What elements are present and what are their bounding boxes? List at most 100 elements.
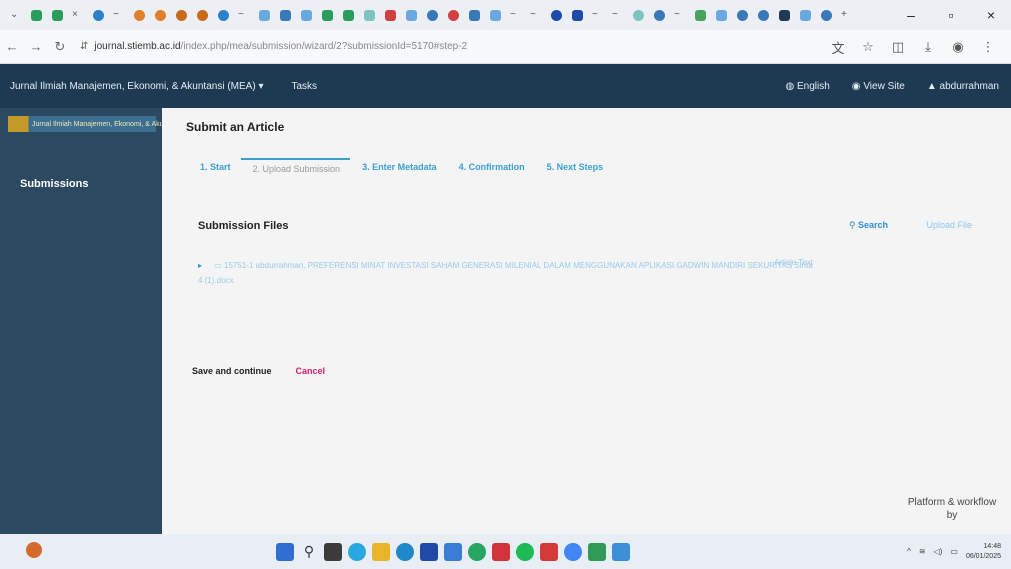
start-icon[interactable] <box>276 542 294 561</box>
app-icon[interactable] <box>612 542 630 561</box>
tab-favicon[interactable]: ~ <box>612 10 624 20</box>
journal-context-switcher[interactable]: Jurnal Ilmiah Manajemen, Ekonomi, & Akun… <box>10 81 263 92</box>
save-and-continue-button[interactable]: Save and continue <box>184 360 280 382</box>
tab-favicon[interactable] <box>469 9 480 21</box>
tab-favicon[interactable] <box>52 9 63 21</box>
tab-favicon[interactable] <box>385 9 396 21</box>
tab-favicon[interactable]: ~ <box>510 10 522 20</box>
tab-favicon[interactable] <box>758 9 769 21</box>
maximize-icon[interactable]: ▫ <box>931 7 971 23</box>
expand-row-icon[interactable]: ▸ <box>198 261 202 270</box>
tab-favicon[interactable] <box>654 9 665 21</box>
user-menu[interactable]: ▲ abdurrahman <box>927 81 999 92</box>
journal-logo[interactable]: Jurnal Ilmiah Manajemen, Ekonomi, & Akun… <box>8 116 182 132</box>
tab-favicon[interactable] <box>716 9 727 21</box>
tab-start[interactable]: 1. Start <box>186 158 241 180</box>
tab-favicon[interactable] <box>31 9 42 21</box>
close-window-icon[interactable]: × <box>971 7 1011 23</box>
tab-favicon[interactable] <box>322 9 333 21</box>
task-view-icon[interactable] <box>324 542 342 561</box>
tab-favicon[interactable] <box>134 9 145 21</box>
tab-list-icon[interactable]: ⌄ <box>10 10 22 20</box>
tab-favicon[interactable] <box>280 9 291 21</box>
tab-favicon[interactable] <box>427 9 438 21</box>
tab-confirmation[interactable]: 4. Confirmation <box>447 158 535 180</box>
tasks-link[interactable]: Tasks <box>291 81 317 92</box>
mail-icon[interactable] <box>420 542 438 561</box>
tab-enter-metadata[interactable]: 3. Enter Metadata <box>350 158 447 180</box>
reload-icon[interactable]: ↻ <box>48 39 72 55</box>
bookmark-star-icon[interactable]: ☆ <box>853 39 883 55</box>
tab-favicon[interactable] <box>176 9 187 21</box>
app-icon[interactable] <box>540 542 558 561</box>
minimize-icon[interactable]: – <box>891 7 931 23</box>
upload-file-link[interactable]: Upload File <box>926 220 972 230</box>
file-name[interactable]: abdurrahman, PREFERENSI MINAT INVESTASI … <box>198 261 813 285</box>
app-top-nav: Jurnal Ilmiah Manajemen, Ekonomi, & Akun… <box>0 64 1011 108</box>
tab-favicon[interactable] <box>695 9 706 21</box>
file-explorer-icon[interactable] <box>372 542 390 561</box>
extensions-icon[interactable]: ◫ <box>883 39 913 55</box>
forward-icon[interactable]: → <box>24 39 48 54</box>
cancel-button[interactable]: Cancel <box>296 366 326 376</box>
back-icon[interactable]: ← <box>0 39 24 54</box>
clock[interactable]: 14:48 06/01/2025 <box>966 542 1001 562</box>
tab-favicon[interactable] <box>737 9 748 21</box>
tab-favicon[interactable] <box>343 9 354 21</box>
edge-icon[interactable] <box>396 542 414 561</box>
wifi-icon[interactable]: ≋ <box>919 547 926 556</box>
platform-credit[interactable]: Platform & workflow by <box>907 496 997 522</box>
tab-favicon[interactable]: ~ <box>530 10 542 20</box>
view-site-label: View Site <box>863 80 905 92</box>
menu-icon[interactable]: ⋮ <box>973 39 1003 55</box>
tab-favicon[interactable] <box>490 9 501 21</box>
tab-favicon[interactable] <box>448 9 459 21</box>
battery-icon[interactable]: ▭ <box>950 547 958 556</box>
tab-favicon[interactable] <box>551 9 562 21</box>
translate-icon[interactable]: 文 <box>823 38 853 57</box>
tab-favicon[interactable] <box>155 9 166 21</box>
tab-favicon[interactable] <box>633 9 644 21</box>
tab-favicon[interactable] <box>301 9 312 21</box>
tab-favicon[interactable] <box>197 9 208 21</box>
weather-widget-icon[interactable] <box>26 542 42 558</box>
tab-favicon[interactable] <box>218 9 229 21</box>
tab-favicon[interactable]: ~ <box>113 10 125 20</box>
chrome-icon[interactable] <box>564 542 582 561</box>
tab-favicon[interactable] <box>800 9 811 21</box>
spotify-icon[interactable] <box>516 542 534 561</box>
whatsapp-icon[interactable] <box>468 542 486 561</box>
tab-favicon[interactable]: ~ <box>674 10 686 20</box>
language-menu[interactable]: ◍ English <box>785 81 829 92</box>
tab-favicon[interactable] <box>821 9 832 21</box>
url-field[interactable]: ⇵ journal.stiemb.ac.id /index.php/mea/su… <box>80 36 700 58</box>
tab-favicon[interactable]: ~ <box>592 10 604 20</box>
download-icon[interactable]: ⤓ <box>913 39 943 55</box>
chevron-up-icon[interactable]: ^ <box>907 547 911 556</box>
search-link[interactable]: ⚲ Search <box>849 220 888 231</box>
photos-icon[interactable] <box>444 542 462 561</box>
tab-favicon[interactable]: ~ <box>238 10 250 20</box>
tab-favicon[interactable] <box>364 9 375 21</box>
profile-icon[interactable]: ◉ <box>943 39 973 55</box>
search-icon[interactable]: ⚲ <box>300 543 318 561</box>
view-site-link[interactable]: ◉ View Site <box>852 81 905 92</box>
app-icon[interactable] <box>588 542 606 561</box>
tab-favicon[interactable] <box>406 9 417 21</box>
volume-icon[interactable]: ◁) <box>934 547 943 556</box>
sidebar-item-submissions[interactable]: Submissions <box>20 178 162 190</box>
browser-toolbar: 文 ☆ ◫ ⤓ ◉ ⋮ <box>823 30 1003 64</box>
app-icon[interactable] <box>492 542 510 561</box>
tab-favicon[interactable] <box>259 9 270 21</box>
tab-favicon[interactable] <box>572 9 583 21</box>
widgets-icon[interactable] <box>348 542 366 561</box>
close-tab-icon[interactable]: × <box>72 10 84 20</box>
new-tab-icon[interactable]: + <box>841 10 853 20</box>
tab-next-steps[interactable]: 5. Next Steps <box>535 158 614 180</box>
tab-favicon[interactable] <box>779 9 790 21</box>
tab-upload-submission[interactable]: 2. Upload Submission <box>240 158 351 180</box>
list-item[interactable]: ▸ ▭ 15751-1 abdurrahman, PREFERENSI MINA… <box>198 258 818 288</box>
wizard-steps: 1. Start 2. Upload Submission 3. Enter M… <box>186 158 613 180</box>
site-info-icon[interactable]: ⇵ <box>80 41 88 52</box>
tab-favicon[interactable] <box>93 9 104 21</box>
